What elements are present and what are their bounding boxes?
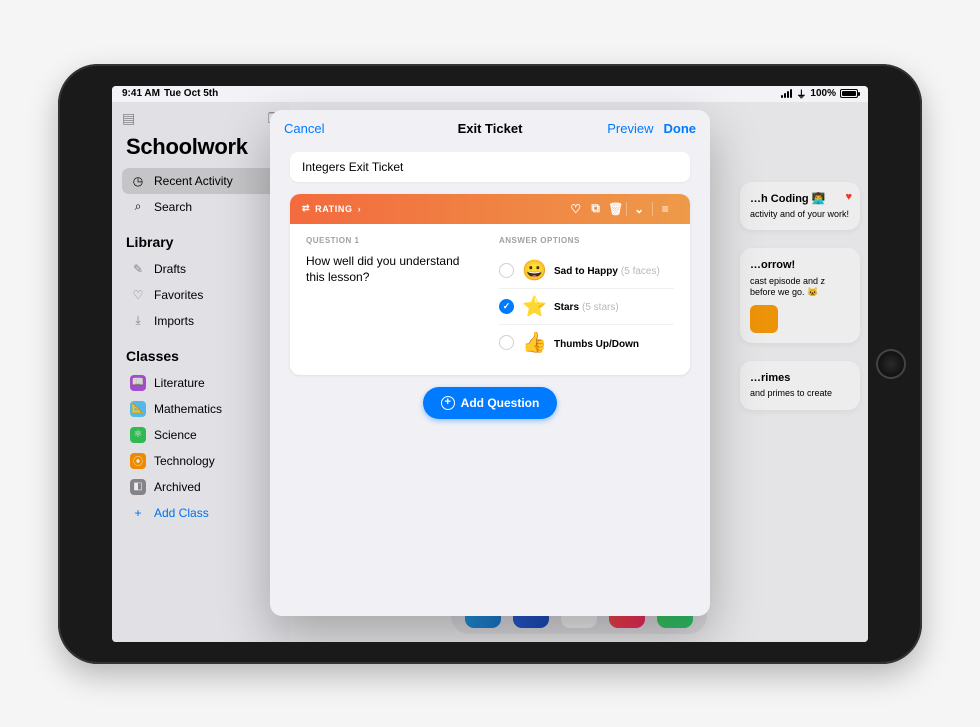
add-question-button[interactable]: + Add Question (423, 387, 558, 419)
status-battery: 100% (810, 88, 836, 99)
question-card: ⇄ RATING › ♡ ⧉ 🗑 ⌄ ≡ QUESTION 1 (290, 194, 690, 375)
status-time: 9:41 AM (122, 88, 160, 99)
answer-options-label: ANSWER OPTIONS (499, 236, 674, 245)
ipad-frame: 9:41 AM Tue Oct 5th ⏚ 100% ▤ ❐ Schoolwor… (58, 64, 922, 664)
question-toolbar: ⇄ RATING › ♡ ⧉ 🗑 ⌄ ≡ (290, 194, 690, 224)
answer-option-stars[interactable]: ⭐ Stars(5 stars) (499, 289, 674, 325)
duplicate-icon[interactable]: ⧉ (586, 201, 606, 216)
question-text[interactable]: How well did you understand this lesson? (306, 253, 481, 287)
cancel-button[interactable]: Cancel (284, 121, 324, 136)
option-emoji-icon: 😀 (522, 258, 546, 283)
status-bar: 9:41 AM Tue Oct 5th ⏚ 100% (112, 86, 868, 102)
question-type-selector[interactable]: ⇄ RATING › (302, 203, 361, 214)
plus-circle-icon: + (441, 396, 455, 410)
option-hint: (5 faces) (621, 266, 660, 277)
ticket-title-input[interactable]: Integers Exit Ticket (290, 152, 690, 182)
radio-icon[interactable] (499, 263, 514, 278)
question-number-label: QUESTION 1 (306, 236, 481, 245)
wifi-icon: ⏚ (796, 86, 806, 101)
rating-slider-icon: ⇄ (302, 203, 310, 214)
delete-icon[interactable]: 🗑 (606, 202, 626, 216)
option-label: Thumbs Up/Down (554, 339, 639, 350)
add-question-label: Add Question (461, 396, 540, 410)
ipad-screen: 9:41 AM Tue Oct 5th ⏚ 100% ▤ ❐ Schoolwor… (112, 86, 868, 642)
sheet-header: Cancel Exit Ticket Preview Done (270, 110, 710, 148)
radio-icon[interactable] (499, 335, 514, 350)
exit-ticket-sheet: Cancel Exit Ticket Preview Done Integers… (270, 110, 710, 616)
answer-option-sad-to-happy[interactable]: 😀 Sad to Happy(5 faces) (499, 253, 674, 289)
sheet-title: Exit Ticket (458, 121, 523, 136)
option-label: Stars (554, 302, 579, 313)
done-button[interactable]: Done (664, 121, 697, 136)
chevron-down-icon[interactable]: ⌄ (626, 202, 652, 216)
option-hint: (5 stars) (582, 302, 619, 313)
ticket-title-value: Integers Exit Ticket (302, 160, 403, 174)
preview-button[interactable]: Preview (607, 121, 653, 136)
option-emoji-icon: ⭐ (522, 294, 546, 319)
status-date: Tue Oct 5th (164, 88, 218, 99)
menu-icon[interactable]: ≡ (652, 202, 678, 216)
rating-label: RATING (315, 204, 352, 214)
answer-option-thumbs-up-down[interactable]: 👍 Thumbs Up/Down (499, 325, 674, 361)
radio-icon[interactable] (499, 299, 514, 314)
favorite-icon[interactable]: ♡ (566, 202, 586, 216)
option-label: Sad to Happy (554, 266, 618, 277)
chevron-right-icon: › (358, 204, 362, 214)
battery-icon (840, 89, 858, 98)
home-button[interactable] (876, 349, 906, 379)
option-emoji-icon: 👍 (522, 330, 546, 355)
signal-icon (781, 89, 792, 98)
